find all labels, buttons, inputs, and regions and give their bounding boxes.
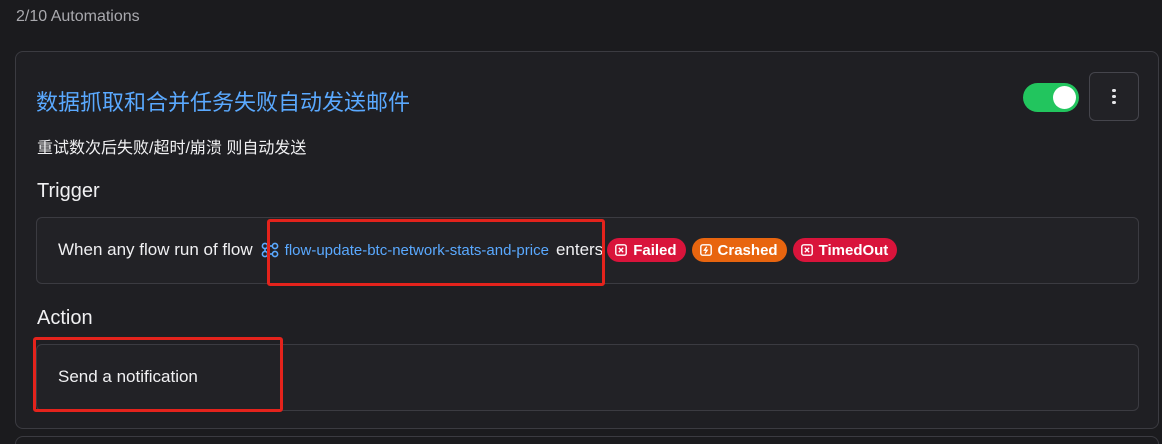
state-label: TimedOut [818,241,889,259]
crashed-state-icon [699,244,712,256]
state-badge-crashed: Crashed [691,238,787,262]
action-heading: Action [37,307,93,329]
automation-description: 重试数次后失败/超时/崩溃 则自动发送 [37,140,307,157]
state-badge-timedout: TimedOut [792,238,898,262]
next-automation-card-edge [15,436,1159,444]
state-label: Crashed [717,241,778,259]
failed-state-icon [615,244,628,256]
trigger-heading: Trigger [37,180,100,202]
state-badge-failed: Failed [607,238,686,262]
toggle-knob [1053,86,1076,109]
trigger-description: When any flow run of flow flow-update-bt… [58,236,898,264]
automation-count: 2/10 Automations [16,8,140,25]
flow-name: flow-update-btc-network-stats-and-price [284,241,549,259]
action-panel [36,344,1139,411]
vertical-dots-icon [1112,88,1116,105]
state-label: Failed [633,241,677,259]
action-description: Send a notification [58,367,198,386]
trigger-suffix: enters [555,240,604,259]
flow-icon [261,242,279,258]
trigger-prefix: When any flow run of flow [58,240,253,259]
automation-enabled-toggle[interactable] [1023,83,1079,112]
automation-title-link[interactable]: 数据抓取和合并任务失败自动发送邮件 [36,85,410,117]
timedout-state-icon [800,244,813,256]
automation-menu-button[interactable] [1089,72,1139,121]
flow-link[interactable]: flow-update-btc-network-stats-and-price [261,242,549,259]
